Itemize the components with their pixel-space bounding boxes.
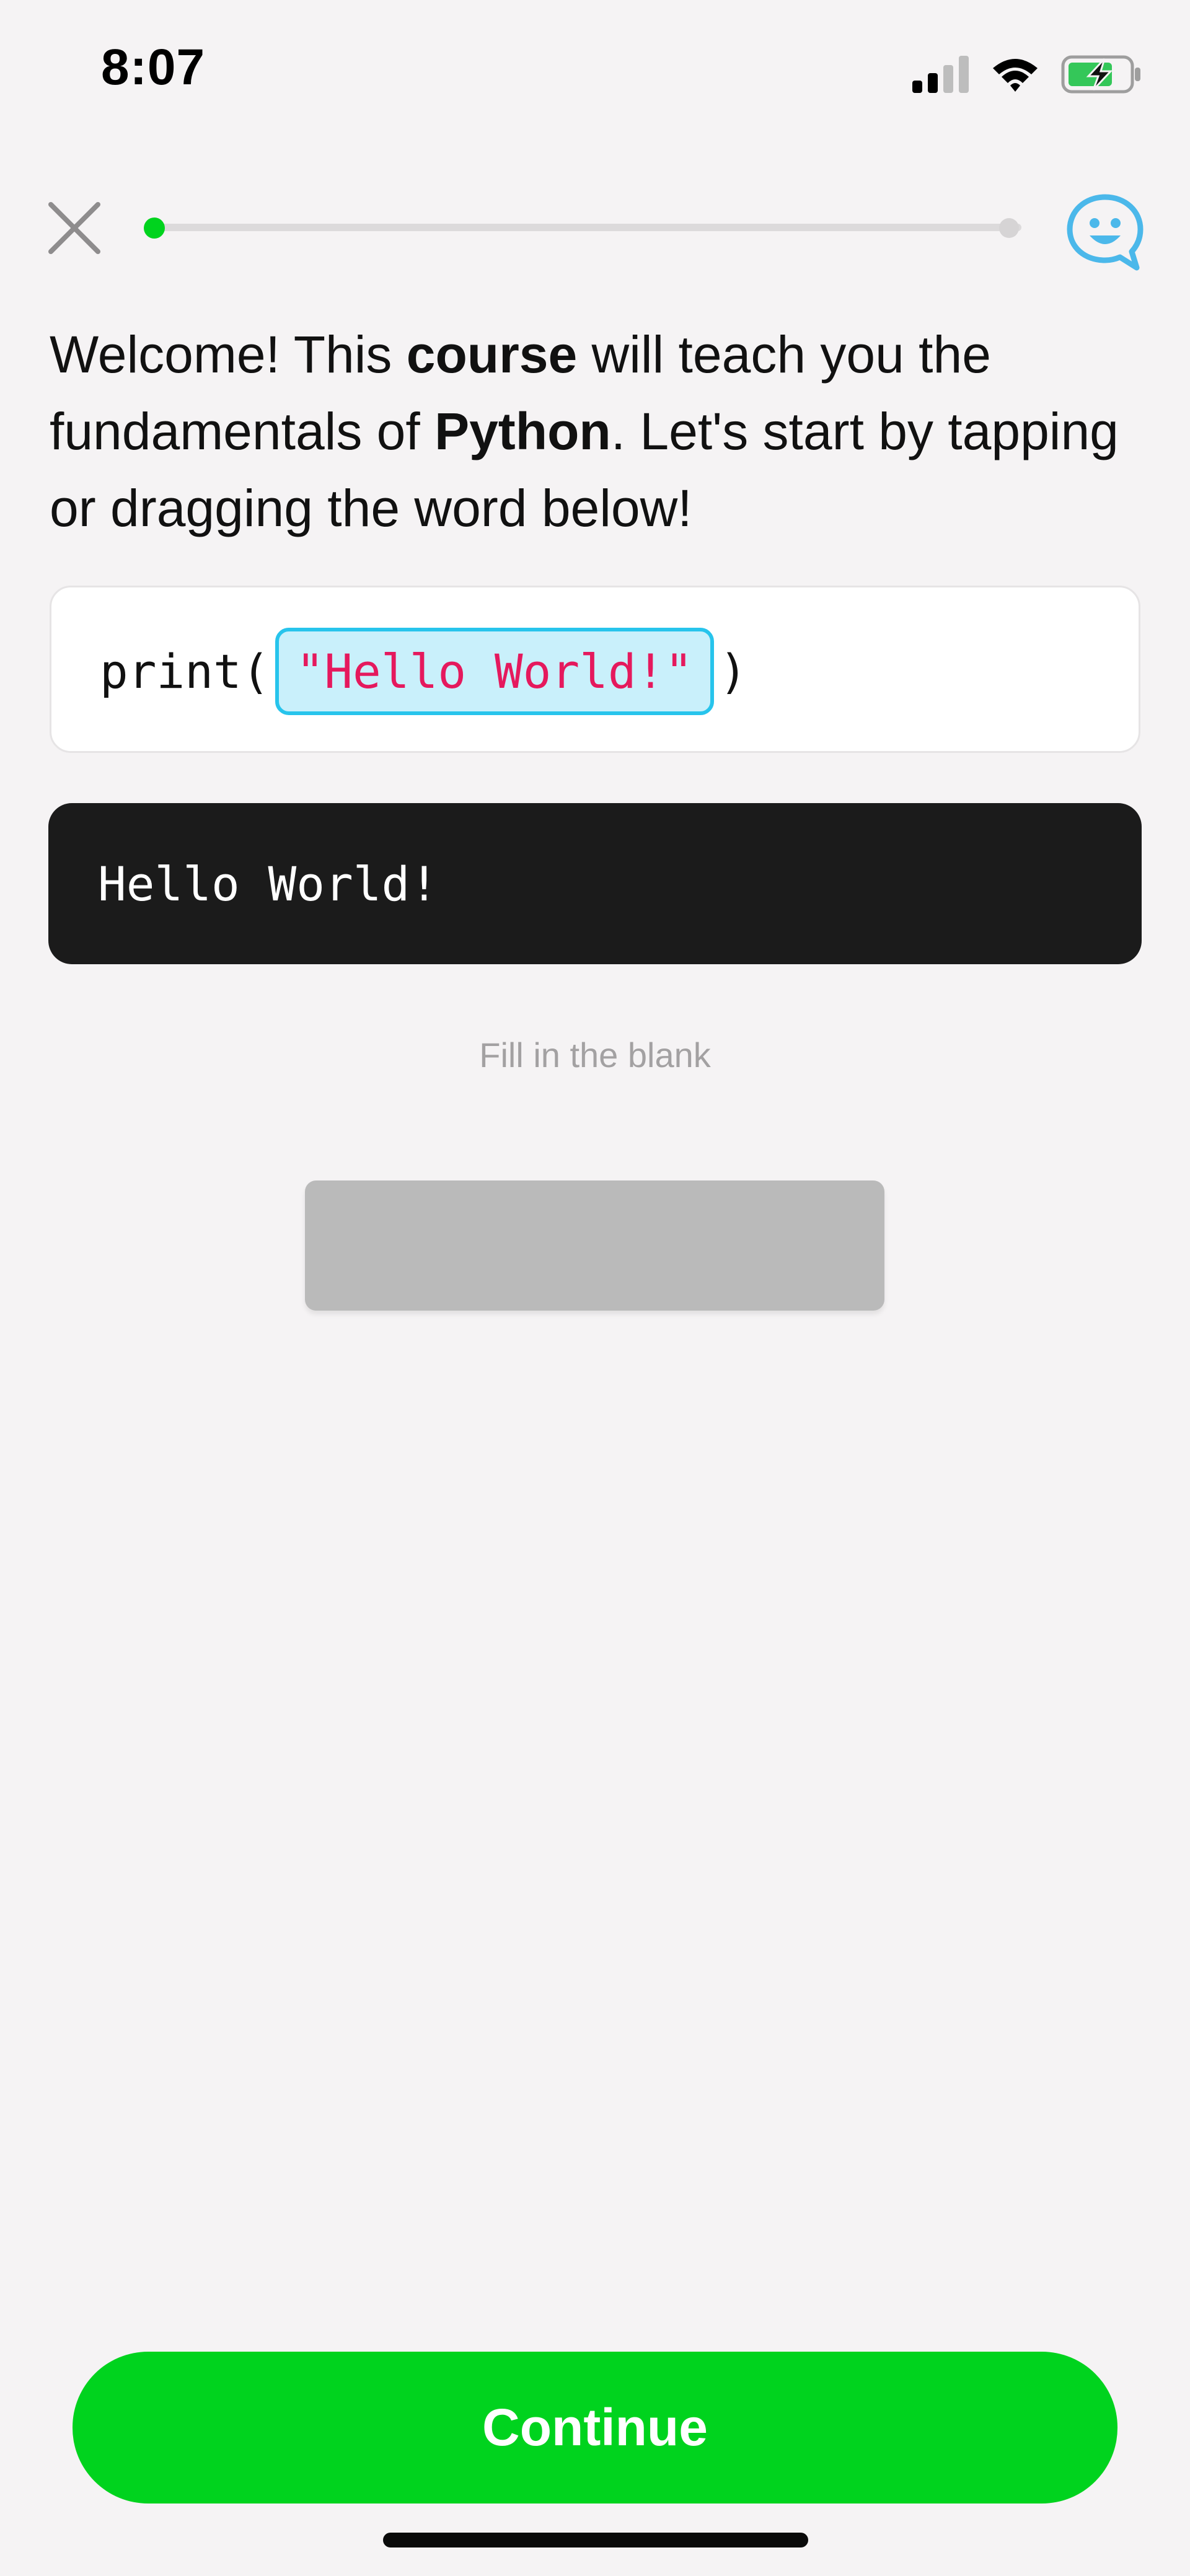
status-time: 8:07 [101,39,206,95]
home-indicator[interactable] [383,2533,808,2547]
smiley-chat-icon [1067,194,1144,271]
lesson-screen: 8:07 Welcome! This course will teach you… [0,0,1190,2576]
code-line: print("Hello World!") [100,587,747,755]
fill-blank-hint: Fill in the blank [479,1035,711,1075]
code-prefix: print( [100,643,270,699]
close-icon [48,202,100,254]
lesson-progress-bar [154,224,1021,231]
code-editor: print("Hello World!") [50,586,1140,753]
feedback-button[interactable] [1065,192,1145,273]
cellular-signal-icon [912,56,969,93]
string-token-chip[interactable]: "Hello World!" [275,627,715,715]
status-icons [912,50,1142,99]
instruction-bold-course: course [406,325,578,384]
battery-charging-icon [1061,55,1140,94]
progress-current-dot [144,218,165,239]
answer-blank-slot[interactable] [305,1180,884,1311]
instruction-bold-python: Python [434,402,611,460]
console-output-text: Hello World! [98,856,439,912]
status-bar: 8:07 [0,0,1190,143]
close-button[interactable] [43,197,105,259]
lesson-instruction: Welcome! This course will teach you the … [50,316,1153,547]
continue-button[interactable]: Continue [73,2352,1117,2503]
wifi-icon [993,59,1038,92]
progress-end-dot [999,218,1019,238]
code-suffix: ) [719,643,747,699]
instruction-text-1: Welcome! This [50,325,407,384]
console-output: Hello World! [48,803,1142,964]
